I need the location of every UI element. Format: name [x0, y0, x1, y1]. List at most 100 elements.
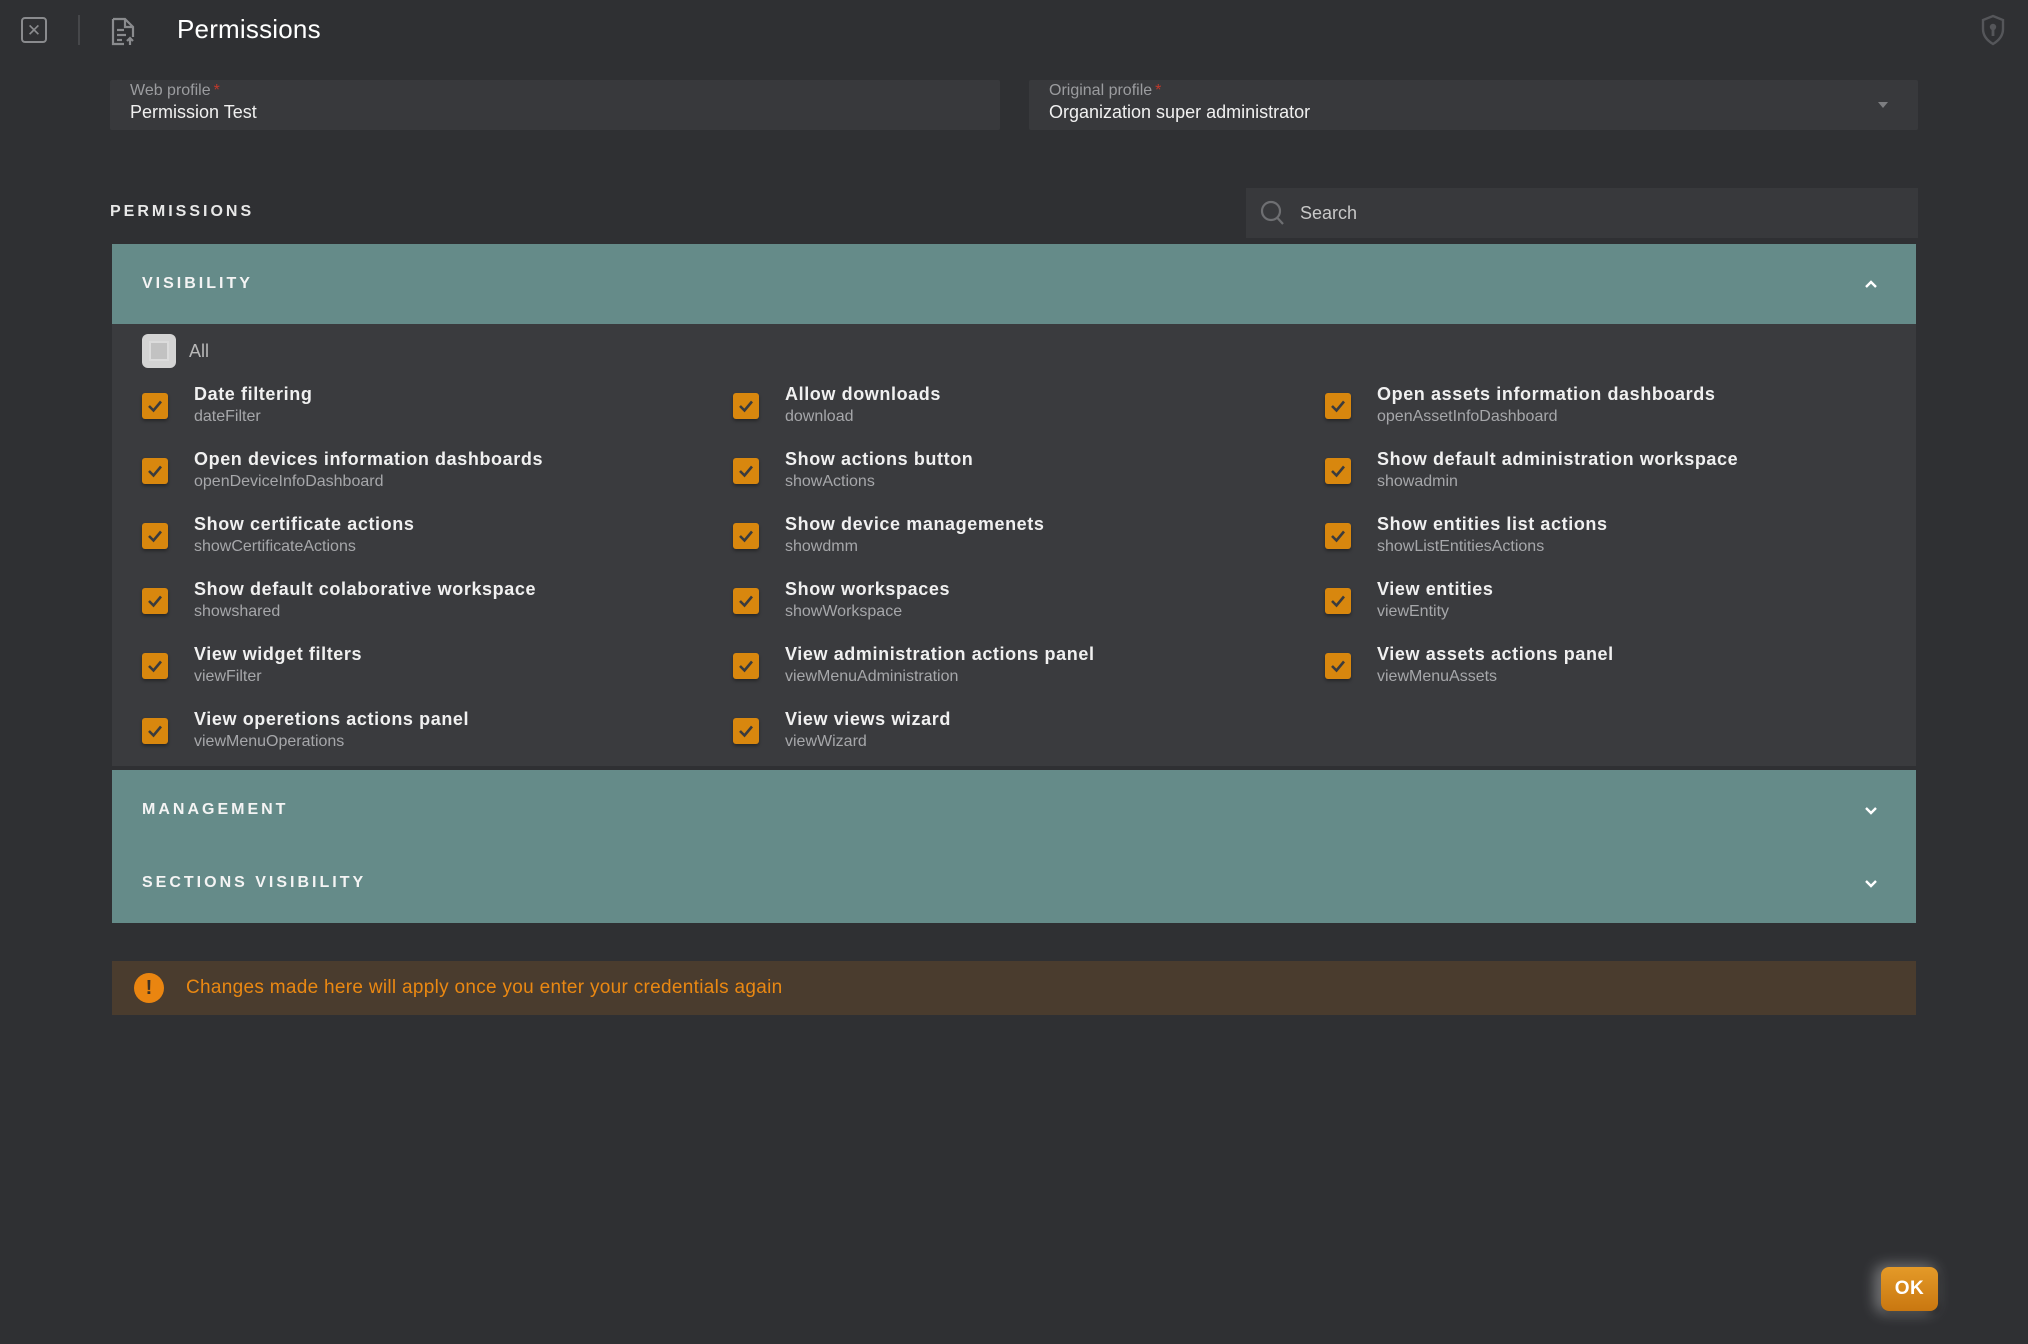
shield-keyhole-icon[interactable] — [1980, 14, 2006, 46]
permission-item-download[interactable]: Allow downloads download — [733, 382, 941, 428]
chevron-down-icon[interactable] — [1864, 803, 1878, 817]
accordion-body-visibility: All Date filtering dateFilter Allow downlo… — [112, 324, 1916, 766]
exclamation-circle-icon: ! — [134, 973, 164, 1003]
checkmark-icon — [1331, 400, 1345, 413]
checkbox[interactable] — [733, 718, 759, 744]
accordion-header-management[interactable]: MANAGEMENT — [112, 770, 1916, 850]
checkmark-icon — [739, 725, 753, 738]
checkbox[interactable] — [142, 718, 168, 744]
permission-item-showadmin[interactable]: Show default administration workspace sho… — [1325, 447, 1738, 493]
checkmark-icon — [1331, 465, 1345, 478]
select-all-checkbox[interactable]: All — [142, 334, 209, 368]
accordion-sections-visibility: SECTIONS VISIBILITY — [112, 843, 1916, 923]
permission-item-openDeviceInfoDashboard[interactable]: Open devices information dashboards openD… — [142, 447, 543, 493]
warning-banner: ! Changes made here will apply once you … — [112, 961, 1916, 1015]
permission-key: showshared — [194, 603, 281, 620]
permission-key: viewMenuAdministration — [785, 668, 959, 685]
checkbox[interactable] — [142, 588, 168, 614]
permission-label: Show default colaborative workspace — [194, 579, 537, 599]
accordion-header-sections-visibility[interactable]: SECTIONS VISIBILITY — [112, 843, 1916, 923]
permission-label: Allow downloads — [785, 384, 941, 404]
checkbox[interactable] — [1325, 653, 1351, 679]
accordion-title: VISIBILITY — [142, 275, 253, 292]
checkbox[interactable] — [1325, 588, 1351, 614]
accordion-visibility: VISIBILITY All Date filtering dateFilter A… — [112, 244, 1916, 766]
close-button[interactable]: ✕ — [21, 17, 47, 43]
permission-key: showdmm — [785, 538, 858, 555]
permission-key: viewFilter — [194, 668, 262, 685]
accordion-title: MANAGEMENT — [142, 801, 289, 818]
permission-item-viewMenuOperations[interactable]: View operetions actions panel viewMenuOpe… — [142, 707, 469, 753]
checkbox[interactable] — [1325, 393, 1351, 419]
accordion-management: MANAGEMENT — [112, 770, 1916, 850]
ok-button[interactable]: OK — [1881, 1267, 1938, 1311]
search-icon — [1260, 200, 1284, 225]
web-profile-label: Web profile * — [130, 82, 220, 99]
checkbox[interactable] — [733, 523, 759, 549]
document-upload-icon[interactable] — [110, 17, 136, 47]
permission-key: openAssetInfoDashboard — [1377, 408, 1558, 425]
checkbox[interactable] — [142, 653, 168, 679]
search-box[interactable] — [1246, 188, 1918, 238]
all-checkbox-box[interactable] — [142, 334, 176, 368]
checkmark-icon — [1331, 595, 1345, 608]
accordion-header-visibility[interactable]: VISIBILITY — [112, 244, 1916, 324]
checkmark-icon — [148, 660, 162, 673]
permission-key: download — [785, 408, 854, 425]
permission-key: showActions — [785, 473, 875, 490]
checkbox[interactable] — [733, 588, 759, 614]
checkbox[interactable] — [733, 653, 759, 679]
permission-item-showActions[interactable]: Show actions button showActions — [733, 447, 973, 493]
permission-key: showadmin — [1377, 473, 1458, 490]
checkmark-icon — [148, 595, 162, 608]
permission-label: Date filtering — [194, 384, 313, 404]
permission-key: showCertificateActions — [194, 538, 356, 555]
checkmark-icon — [739, 465, 753, 478]
permission-label: View views wizard — [785, 709, 951, 729]
permission-item-showshared[interactable]: Show default colaborative workspace shows… — [142, 577, 536, 623]
permission-key: viewMenuOperations — [194, 733, 345, 750]
checkbox[interactable] — [1325, 523, 1351, 549]
permission-label: View entities — [1377, 579, 1494, 599]
checkbox[interactable] — [142, 523, 168, 549]
checkmark-icon — [739, 660, 753, 673]
checkmark-icon — [148, 400, 162, 413]
chevron-up-icon[interactable] — [1864, 277, 1878, 291]
permission-key: showWorkspace — [785, 603, 903, 620]
permission-key: viewMenuAssets — [1377, 668, 1498, 685]
permission-item-showCertificateActions[interactable]: Show certificate actions showCertificateA… — [142, 512, 414, 558]
permission-item-viewMenuAssets[interactable]: View assets actions panel viewMenuAssets — [1325, 642, 1614, 688]
checkbox[interactable] — [142, 393, 168, 419]
permission-item-openAssetInfoDashboard[interactable]: Open assets information dashboards openAs… — [1325, 382, 1715, 428]
permission-label: Show default administration workspace — [1377, 449, 1739, 469]
page-title: Permissions — [177, 14, 321, 44]
permission-key: dateFilter — [194, 408, 261, 425]
checkbox[interactable] — [733, 393, 759, 419]
checkmark-icon — [739, 400, 753, 413]
dropdown-caret-icon[interactable] — [1878, 102, 1888, 108]
checkbox[interactable] — [1325, 458, 1351, 484]
checkbox[interactable] — [733, 458, 759, 484]
web-profile-field[interactable]: Web profile * Permission Test — [110, 80, 1000, 130]
permission-item-viewFilter[interactable]: View widget filters viewFilter — [142, 642, 362, 688]
permission-key: viewEntity — [1377, 603, 1450, 620]
permission-item-viewEntity[interactable]: View entities viewEntity — [1325, 577, 1494, 623]
permission-item-showWorkspace[interactable]: Show workspaces showWorkspace — [733, 577, 950, 623]
checkmark-icon — [1331, 660, 1345, 673]
permission-item-showdmm[interactable]: Show device managemenets showdmm — [733, 512, 1045, 558]
chevron-down-icon[interactable] — [1864, 876, 1878, 890]
search-input[interactable] — [1300, 202, 1900, 224]
checkmark-icon — [148, 465, 162, 478]
permission-item-viewMenuAdministration[interactable]: View administration actions panel viewMen… — [733, 642, 1095, 688]
permission-key: showListEntitiesActions — [1377, 538, 1545, 555]
checkbox[interactable] — [142, 458, 168, 484]
top-bar: ✕ Permissions — [0, 0, 2028, 60]
permission-label: Show workspaces — [785, 579, 951, 599]
permission-item-showListEntitiesActions[interactable]: Show entities list actions showListEntiti… — [1325, 512, 1608, 558]
web-profile-value[interactable]: Permission Test — [130, 102, 257, 123]
permission-item-dateFilter[interactable]: Date filtering dateFilter — [142, 382, 312, 428]
original-profile-value[interactable]: Organization super administrator — [1049, 102, 1310, 123]
original-profile-select[interactable]: Original profile * Organization super adm… — [1029, 80, 1918, 130]
permission-key: openDeviceInfoDashboard — [194, 473, 384, 490]
permission-item-viewWizard[interactable]: View views wizard viewWizard — [733, 707, 951, 753]
